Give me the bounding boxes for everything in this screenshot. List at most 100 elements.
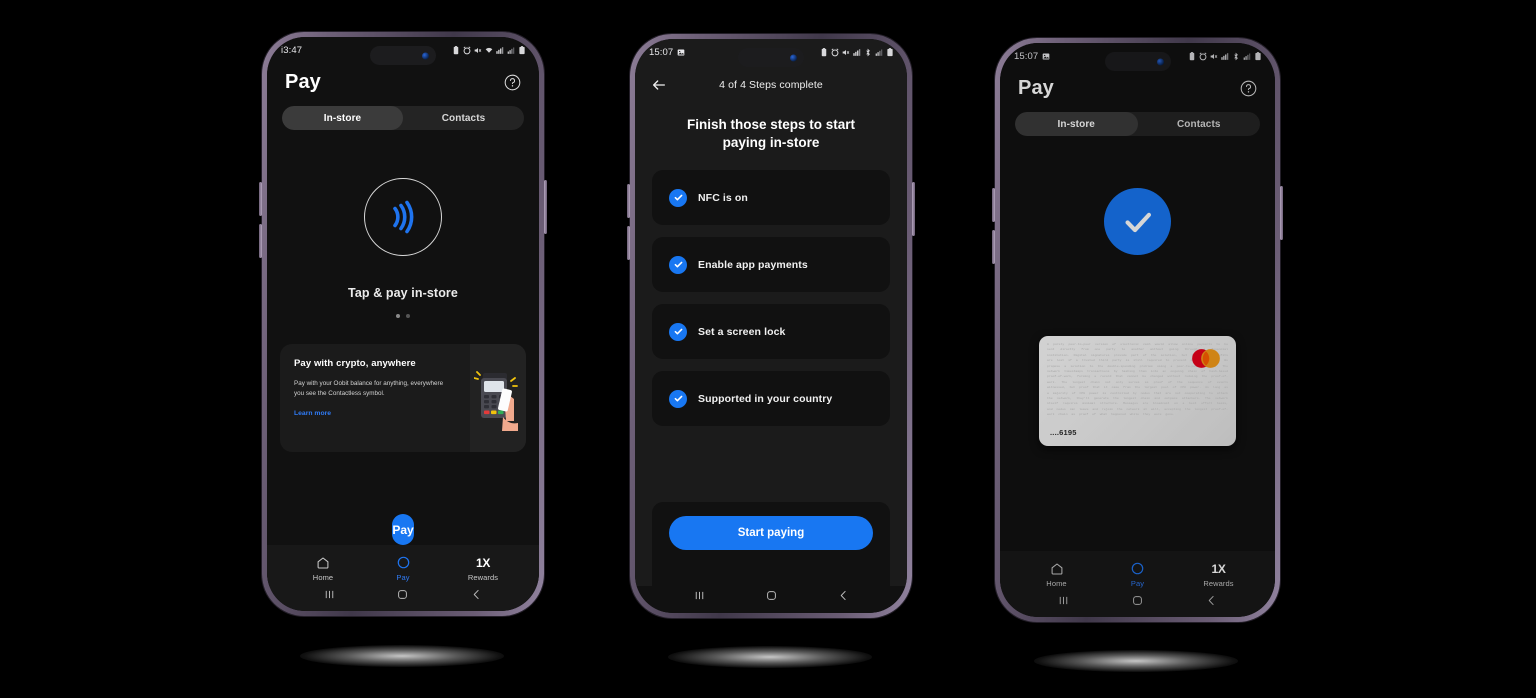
battery-icon <box>518 45 526 55</box>
home-button-icon[interactable] <box>396 588 409 606</box>
signal-icon <box>1221 52 1229 61</box>
pay-success-content: A purely peer-to-peer version of electro… <box>1000 136 1275 551</box>
signal-bars-icon <box>1243 52 1251 61</box>
back-icon[interactable] <box>837 589 850 607</box>
signal-bars-icon <box>875 48 883 57</box>
tab-home[interactable]: Home <box>1016 561 1097 588</box>
alarm-icon <box>831 48 839 57</box>
tab-pay[interactable]: Pay <box>363 555 443 582</box>
promo-title: Pay with crypto, anywhere <box>294 358 416 369</box>
phone-screen-area: i3:47 Pay In-store Contacts Tap & pay in… <box>267 37 539 611</box>
home-button-icon[interactable] <box>1131 594 1144 612</box>
volume-up-button[interactable] <box>992 188 995 222</box>
phone-frame: 15:07 <box>992 38 1283 622</box>
tab-pay[interactable]: Pay <box>1097 561 1178 588</box>
tab-rewards[interactable]: 1X Rewards <box>1178 561 1259 589</box>
app-screen-pay-success: 15:07 Pay In-store Contacts A purely pee… <box>1000 43 1275 617</box>
back-arrow-icon[interactable] <box>651 77 667 93</box>
phone-mockup-2: 15:07 4 of 4 Steps complete Finish those… <box>627 34 915 618</box>
recents-icon[interactable] <box>323 588 336 606</box>
phone-screen-area: 15:07 <box>1000 43 1275 617</box>
recents-icon[interactable] <box>1057 594 1070 612</box>
phone-mockup-1: i3:47 Pay In-store Contacts Tap & pay in… <box>259 32 547 616</box>
volume-down-button[interactable] <box>259 224 262 258</box>
status-left: i3:47 <box>281 45 302 56</box>
tab-contacts[interactable]: Contacts <box>403 106 524 130</box>
volume-up-button[interactable] <box>627 184 630 218</box>
payment-card[interactable]: A purely peer-to-peer version of electro… <box>1039 336 1236 446</box>
status-icons <box>452 45 526 55</box>
tab-rewards-label: Rewards <box>467 573 499 582</box>
step-item[interactable]: NFC is on <box>652 170 890 226</box>
promo-card[interactable]: Pay with crypto, anywhere Pay with your … <box>280 344 526 452</box>
circle-icon <box>397 555 410 570</box>
status-left: 15:07 <box>1014 51 1050 62</box>
step-item[interactable]: Enable app payments <box>652 237 890 293</box>
help-circle-icon[interactable] <box>504 74 521 91</box>
volume-down-button[interactable] <box>627 226 630 260</box>
back-icon[interactable] <box>1205 594 1218 612</box>
promo-body: Pay with your Oobit balance for anything… <box>294 380 444 397</box>
learn-more-link[interactable]: Learn more <box>294 410 470 417</box>
tap-pay-label: Tap & pay in-store <box>348 286 458 300</box>
bottom-tab-bar: Home Pay 1X Rewards <box>267 545 539 586</box>
tab-pay-label: Pay <box>396 573 410 582</box>
step-item[interactable]: Set a screen lock <box>652 304 890 360</box>
step-item[interactable]: Supported in your country <box>652 371 890 427</box>
power-button[interactable] <box>1280 186 1283 240</box>
phone-screen-area: 15:07 <box>635 39 907 613</box>
signal-icon <box>496 46 504 55</box>
tab-rewards[interactable]: 1X Rewards <box>443 555 523 583</box>
phone-shadow-1 <box>300 645 504 667</box>
power-button[interactable] <box>544 180 547 234</box>
android-nav-bar <box>267 586 539 611</box>
setup-footer: Start paying <box>652 502 890 586</box>
mute-icon <box>474 46 482 55</box>
circle-icon <box>1131 561 1144 576</box>
page-title: Pay <box>1018 77 1054 99</box>
alarm-icon <box>463 46 471 55</box>
tab-contacts[interactable]: Contacts <box>1138 112 1261 136</box>
battery-icon <box>886 47 894 57</box>
home-button-icon[interactable] <box>765 589 778 607</box>
android-nav-bar <box>635 586 907 613</box>
battery-saver-icon <box>1188 51 1196 61</box>
app-screen-setup-steps: 15:07 4 of 4 Steps complete Finish those… <box>635 39 907 613</box>
mastercard-logo <box>1188 347 1224 370</box>
help-circle-icon[interactable] <box>1240 80 1257 97</box>
page-title: Pay <box>285 71 321 93</box>
app-screen-pay-home: i3:47 Pay In-store Contacts Tap & pay in… <box>267 37 539 611</box>
phone-mockup-3: 15:07 Pay In-store Contacts A purely pee… <box>992 38 1283 622</box>
rewards-multiplier-label: 1X <box>1211 561 1226 576</box>
battery-icon <box>1254 51 1262 61</box>
tab-pay-label: Pay <box>1130 579 1145 588</box>
home-icon <box>316 555 330 570</box>
volume-down-button[interactable] <box>992 230 995 264</box>
tab-in-store[interactable]: In-store <box>282 106 403 130</box>
step-label: Enable app payments <box>698 258 808 271</box>
pay-button[interactable]: Pay <box>392 514 414 545</box>
photo-icon <box>1042 52 1050 61</box>
check-circle-icon <box>669 255 687 274</box>
back-icon[interactable] <box>470 588 483 606</box>
step-label: Supported in your country <box>698 392 833 405</box>
volume-up-button[interactable] <box>259 182 262 216</box>
phone-frame: i3:47 Pay In-store Contacts Tap & pay in… <box>259 32 547 616</box>
recents-icon[interactable] <box>693 589 706 607</box>
app-header: Pay <box>267 63 539 94</box>
carousel-dot-2[interactable] <box>406 314 410 318</box>
phone-shadow-3 <box>1034 650 1238 672</box>
status-time: 15:07 <box>649 46 674 58</box>
wifi-icon <box>485 46 493 55</box>
rewards-multiplier-icon: 1X <box>1211 561 1225 576</box>
start-paying-button[interactable]: Start paying <box>669 516 873 550</box>
carousel-dot-1[interactable] <box>396 314 400 318</box>
tab-home[interactable]: Home <box>283 555 363 582</box>
tab-in-store[interactable]: In-store <box>1015 112 1138 136</box>
step-label: Set a screen lock <box>698 325 786 338</box>
pay-home-content: Tap & pay in-store Pay with crypto, anyw… <box>267 130 539 545</box>
status-bar: i3:47 <box>267 37 539 63</box>
power-button[interactable] <box>912 182 915 236</box>
bluetooth-icon <box>864 48 872 57</box>
contactless-nfc-icon <box>364 178 442 256</box>
